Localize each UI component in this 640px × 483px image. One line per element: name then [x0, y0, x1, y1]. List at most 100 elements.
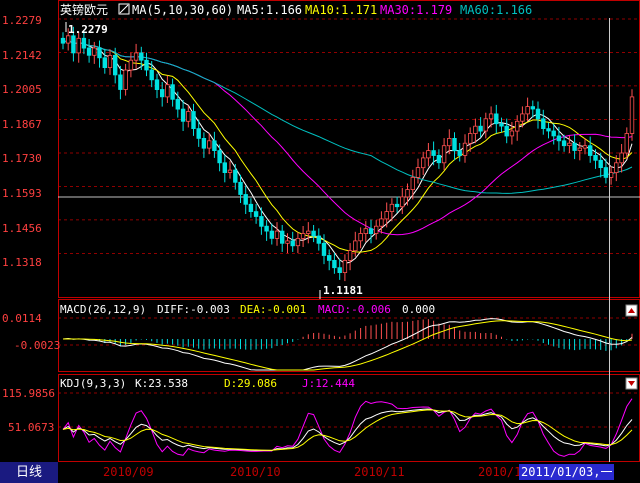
macd-y-tick: 0.0114 — [2, 312, 42, 325]
x-axis-date: 2010/1 — [478, 465, 522, 479]
candle-body — [175, 98, 180, 110]
candle-body — [76, 37, 81, 54]
candle-body — [400, 196, 405, 208]
candle-body — [431, 150, 436, 156]
candle-body — [420, 157, 426, 169]
y-tick-label: 1.1867 — [2, 118, 42, 131]
candle-body — [546, 128, 551, 132]
candle-body — [321, 242, 327, 256]
candle-body — [233, 169, 238, 183]
candle-body — [379, 218, 384, 227]
candle-body — [561, 140, 567, 147]
y-tick-label: 1.2279 — [2, 14, 42, 27]
candle-body — [588, 145, 593, 156]
candle-body — [269, 230, 274, 239]
candle-body — [123, 69, 128, 90]
macd-value: MACD:-0.006 — [318, 303, 391, 316]
ma5-line — [62, 38, 633, 264]
candle-body — [238, 181, 243, 195]
candle-body — [394, 203, 400, 208]
candle-body — [567, 142, 572, 146]
candle-body — [191, 111, 196, 130]
macd-panel-button[interactable] — [625, 304, 638, 317]
candle-body — [572, 142, 577, 151]
ma-legend-icon — [118, 3, 130, 15]
candle-body — [582, 145, 588, 149]
candle-body — [212, 140, 217, 152]
candle-body — [165, 84, 170, 98]
candle-body — [441, 145, 447, 164]
candle-body — [467, 133, 473, 144]
kdj-y-tick: 51.0673 — [8, 421, 54, 434]
candle-body — [515, 120, 520, 132]
candle-body — [347, 250, 353, 261]
candle-body — [264, 225, 269, 232]
candle-body — [624, 133, 629, 154]
candle-body — [300, 233, 306, 239]
candle-body — [102, 57, 107, 68]
candle-body — [410, 176, 415, 190]
kdj-panel-button[interactable] — [625, 377, 638, 390]
y-tick-label: 1.1593 — [2, 187, 42, 200]
kdj-y-tick: 115.9856 — [2, 387, 55, 400]
candle-body — [222, 162, 227, 174]
candle-body — [180, 108, 186, 122]
candle-body — [452, 137, 457, 151]
candle-body — [358, 233, 363, 242]
x-axis-date: 2010/11 — [354, 465, 405, 479]
candle-body — [462, 142, 468, 156]
candle-body — [139, 52, 144, 61]
candle-body — [248, 203, 254, 213]
candle-body — [133, 52, 139, 61]
candle-body — [530, 106, 535, 110]
candle-body — [311, 230, 316, 237]
candle-body — [353, 240, 358, 252]
instrument-name: 英镑欧元 — [60, 2, 108, 17]
candle-body — [556, 135, 562, 142]
kdj-d: D:29.086 — [224, 377, 277, 390]
candle-body — [332, 259, 337, 269]
stock-chart[interactable]: 英镑欧元 MA(5,10,30,60) MA5:1.166 MA10:1.171… — [0, 0, 640, 462]
candle-body — [144, 59, 149, 71]
candle-body — [509, 130, 515, 137]
candle-body — [478, 125, 483, 132]
candle-body — [499, 123, 504, 127]
candle-body — [159, 89, 165, 98]
candle-body — [259, 216, 264, 227]
candle-body — [326, 255, 332, 261]
candle-body — [426, 150, 431, 159]
macd-diff: DIFF:-0.003 — [157, 303, 230, 316]
candle-body — [81, 37, 87, 49]
candle-body — [488, 113, 494, 120]
candle-body — [473, 125, 478, 134]
candle-body — [619, 152, 624, 164]
ma60-value: MA60:1.166 — [460, 3, 532, 17]
kdj-j: J:12.444 — [302, 377, 355, 390]
candle-body — [525, 106, 530, 115]
kdj-k: K:23.538 — [135, 377, 188, 390]
ma-label: MA(5,10,30,60) — [132, 3, 233, 17]
candle-body — [290, 240, 295, 247]
candle-body — [520, 113, 525, 122]
candle-body — [306, 230, 311, 234]
candle-body — [243, 194, 248, 205]
cursor-date-label: 2011/01/03,一 — [519, 464, 615, 480]
candle-body — [107, 55, 113, 69]
candle-body — [60, 37, 66, 44]
macd-title: MACD(26,12,9) — [60, 303, 146, 316]
candle-body — [447, 137, 452, 147]
candle-body — [113, 55, 118, 76]
candle-body — [279, 230, 285, 244]
candle-body — [483, 118, 488, 132]
candle-body — [149, 69, 154, 81]
candle-body — [86, 47, 92, 56]
candle-body — [66, 35, 71, 44]
y-tick-label: 1.1730 — [2, 152, 42, 165]
candle-body — [316, 235, 321, 244]
x-axis-date: 2010/10 — [230, 465, 281, 479]
y-tick-label: 1.2005 — [2, 83, 42, 96]
tab-daily[interactable]: 日线 — [0, 462, 58, 483]
candle-body — [170, 84, 175, 100]
candle-body — [405, 189, 410, 198]
candle-body — [384, 211, 389, 220]
